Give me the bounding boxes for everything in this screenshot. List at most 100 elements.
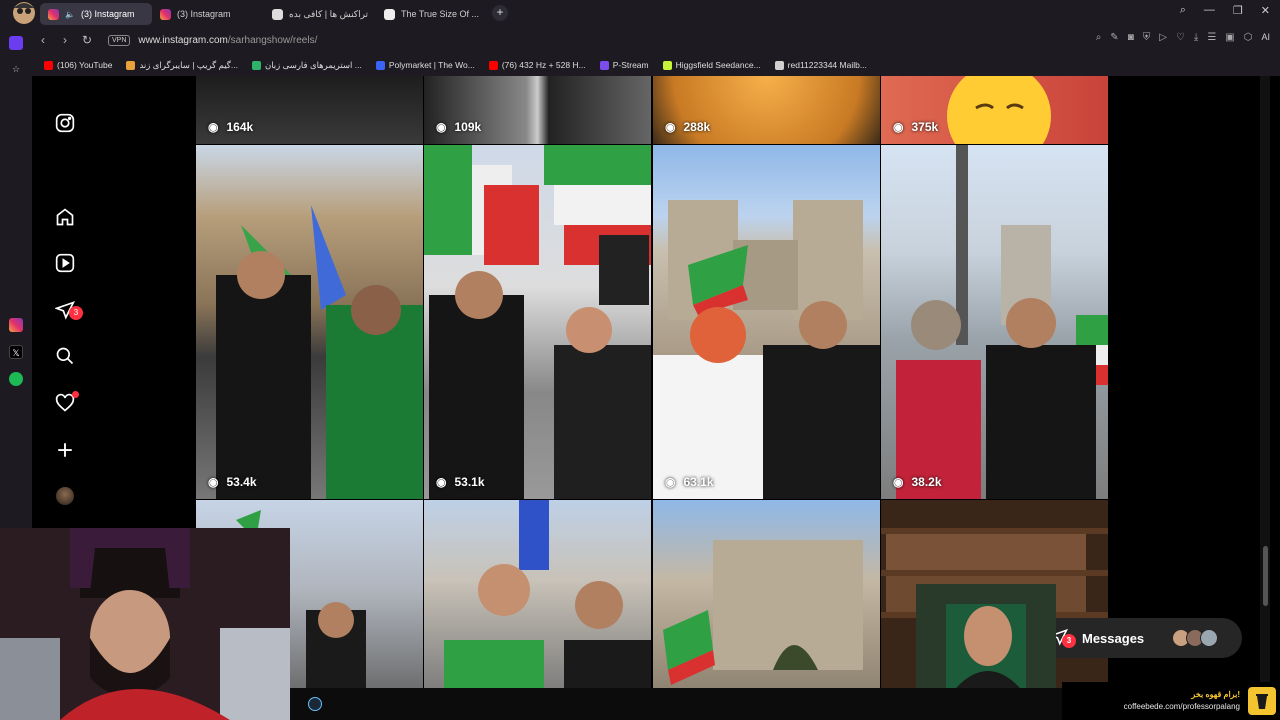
camera-icon[interactable]: ◙: [1128, 32, 1134, 43]
wallet-icon[interactable]: ▣: [1225, 32, 1234, 43]
reel-tile[interactable]: ◉ 38.2k: [881, 145, 1108, 499]
view-count-text: 53.1k: [454, 475, 485, 489]
view-count-text: 53.4k: [226, 475, 257, 489]
coffeebede-icon: [272, 8, 283, 20]
back-button[interactable]: ‹: [32, 33, 54, 47]
view-count: ◉ 288k: [665, 120, 710, 134]
search-tabs-icon[interactable]: ⌕: [1180, 4, 1186, 17]
bookmark-gamegrip[interactable]: گیم گریپ | سایبرگرای زند...: [126, 60, 238, 71]
x-twitter-icon[interactable]: 𝕏: [9, 345, 23, 359]
reel-tile[interactable]: ◉ 53.4k: [196, 145, 423, 499]
close-button[interactable]: ✕: [1261, 4, 1270, 17]
url-host: www.instagram.com: [138, 34, 228, 46]
reel-thumbnail-graphic: [653, 200, 880, 499]
webcam-graphic: [916, 584, 1056, 688]
heart-notifications-icon[interactable]: [53, 391, 79, 415]
eye-icon: ◉: [893, 120, 904, 134]
url-path: /sarhangshow/reels/: [227, 34, 318, 46]
avatar: [1200, 629, 1219, 647]
reel-tile[interactable]: ◉ 63.1k: [653, 145, 880, 499]
tab-title: (3) Instagram: [80, 9, 135, 19]
webcam-graphic: [0, 528, 290, 720]
heart-icon[interactable]: ♡: [1176, 32, 1185, 43]
steam-icon[interactable]: [308, 697, 322, 711]
bookmark-mailbox[interactable]: red11223344 Mailb...: [774, 60, 867, 70]
new-tab-button[interactable]: +: [492, 5, 508, 21]
view-count-text: 109k: [454, 120, 482, 134]
vpn-button[interactable]: VPN: [108, 34, 131, 46]
panel-app-icon[interactable]: [9, 36, 23, 50]
tab-title: تراکنش ها | کافی بده: [289, 8, 369, 19]
reel-tile[interactable]: [653, 500, 880, 688]
home-icon[interactable]: [53, 205, 77, 229]
url-field[interactable]: www.instagram.com/sarhangshow/reels/: [138, 35, 317, 46]
reel-tile[interactable]: ◉ 109k: [424, 76, 651, 144]
ai-button[interactable]: AI: [1261, 32, 1270, 43]
view-count: ◉ 53.4k: [208, 475, 257, 489]
tab-coffeebede[interactable]: تراکنش ها | کافی بده: [264, 3, 376, 25]
messages-nav-icon[interactable]: 3: [53, 298, 83, 322]
view-count: ◉ 38.2k: [893, 475, 942, 489]
mail-icon: [774, 60, 784, 70]
bookmark-432hz[interactable]: (76) 432 Hz + 528 H...: [488, 60, 586, 70]
coffee-title: برام قهوه بخر!: [1191, 690, 1240, 699]
bookmark-higgsfield[interactable]: Higgsfield Seedance...: [662, 60, 761, 70]
instagram-icon: [48, 8, 59, 20]
view-count-text: 288k: [683, 120, 711, 134]
forward-button[interactable]: ›: [54, 33, 76, 47]
view-count: ◉ 53.1k: [436, 475, 485, 489]
reel-thumbnail-graphic: [896, 145, 1108, 499]
speaker-muted-icon[interactable]: 🔈: [65, 10, 75, 19]
profile-avatar[interactable]: [0, 0, 40, 26]
reel-tile[interactable]: ◉ 53.1k: [424, 145, 651, 499]
tab-instagram-2[interactable]: (3) Instagram: [152, 3, 264, 25]
bookmark-streamers[interactable]: استریمرهای فارسی زبان ...: [251, 60, 362, 71]
bookmark-label: (76) 432 Hz + 528 H...: [501, 60, 586, 70]
zoom-icon[interactable]: ⌕: [1096, 32, 1102, 43]
cube-icon[interactable]: ⬡: [1244, 32, 1253, 43]
bookmark-pstream[interactable]: P-Stream: [599, 60, 649, 70]
search-icon[interactable]: [53, 344, 77, 368]
bookmarks-bar: (106) YouTube گیم گریپ | سایبرگرای زند..…: [32, 54, 1280, 76]
reel-tile[interactable]: ◉ 288k: [653, 76, 880, 144]
maximize-button[interactable]: ❐: [1233, 4, 1243, 17]
reload-button[interactable]: ↻: [76, 33, 98, 47]
webcam-overlay: [0, 528, 290, 720]
view-count: ◉ 375k: [893, 120, 938, 134]
messages-badge: 3: [1062, 633, 1076, 648]
edit-icon[interactable]: ✎: [1110, 32, 1118, 43]
star-icon[interactable]: ☆: [9, 62, 23, 76]
menu-icon[interactable]: ☰: [1207, 32, 1216, 43]
profile-avatar-icon[interactable]: [53, 484, 77, 508]
bookmark-label: (106) YouTube: [57, 60, 113, 70]
instagram-panel-icon[interactable]: [9, 318, 23, 332]
create-plus-icon[interactable]: [53, 438, 77, 462]
tab-instagram-1[interactable]: 🔈 (3) Instagram: [40, 3, 152, 25]
minimize-button[interactable]: —: [1204, 4, 1215, 17]
coffee-url: coffeebede.com/professorpalang: [1123, 702, 1240, 711]
messages-button[interactable]: 3 Messages: [1036, 618, 1242, 658]
reel-tile[interactable]: [424, 500, 651, 688]
eye-icon: ◉: [208, 475, 219, 489]
bookmark-youtube[interactable]: (106) YouTube: [44, 60, 112, 70]
eye-icon: ◉: [436, 475, 447, 489]
reel-tile[interactable]: ◉ 375k: [881, 76, 1108, 144]
scrollbar-thumb[interactable]: [1263, 546, 1268, 606]
eye-icon: ◉: [436, 120, 447, 134]
page-scrollbar[interactable]: [1260, 76, 1270, 688]
youtube-icon: [44, 60, 53, 70]
download-icon[interactable]: ⤓: [1194, 32, 1198, 43]
youtube-icon: [488, 60, 498, 70]
bookmark-polymarket[interactable]: Polymarket | The Wo...: [375, 60, 475, 70]
reel-tile[interactable]: ◉ 164k: [196, 76, 423, 144]
tab-title: (3) Instagram: [177, 9, 231, 19]
second-webcam: [916, 584, 1056, 688]
bookmark-label: red11223344 Mailb...: [787, 60, 867, 70]
instagram-logo-icon[interactable]: [53, 111, 77, 135]
view-count-text: 38.2k: [911, 475, 942, 489]
play-icon[interactable]: ▷: [1159, 32, 1167, 43]
reels-icon[interactable]: [53, 251, 77, 275]
shield-icon[interactable]: ⛨: [1143, 32, 1151, 43]
spotify-icon[interactable]: [9, 372, 23, 386]
tab-true-size[interactable]: The True Size Of ...: [376, 3, 488, 25]
